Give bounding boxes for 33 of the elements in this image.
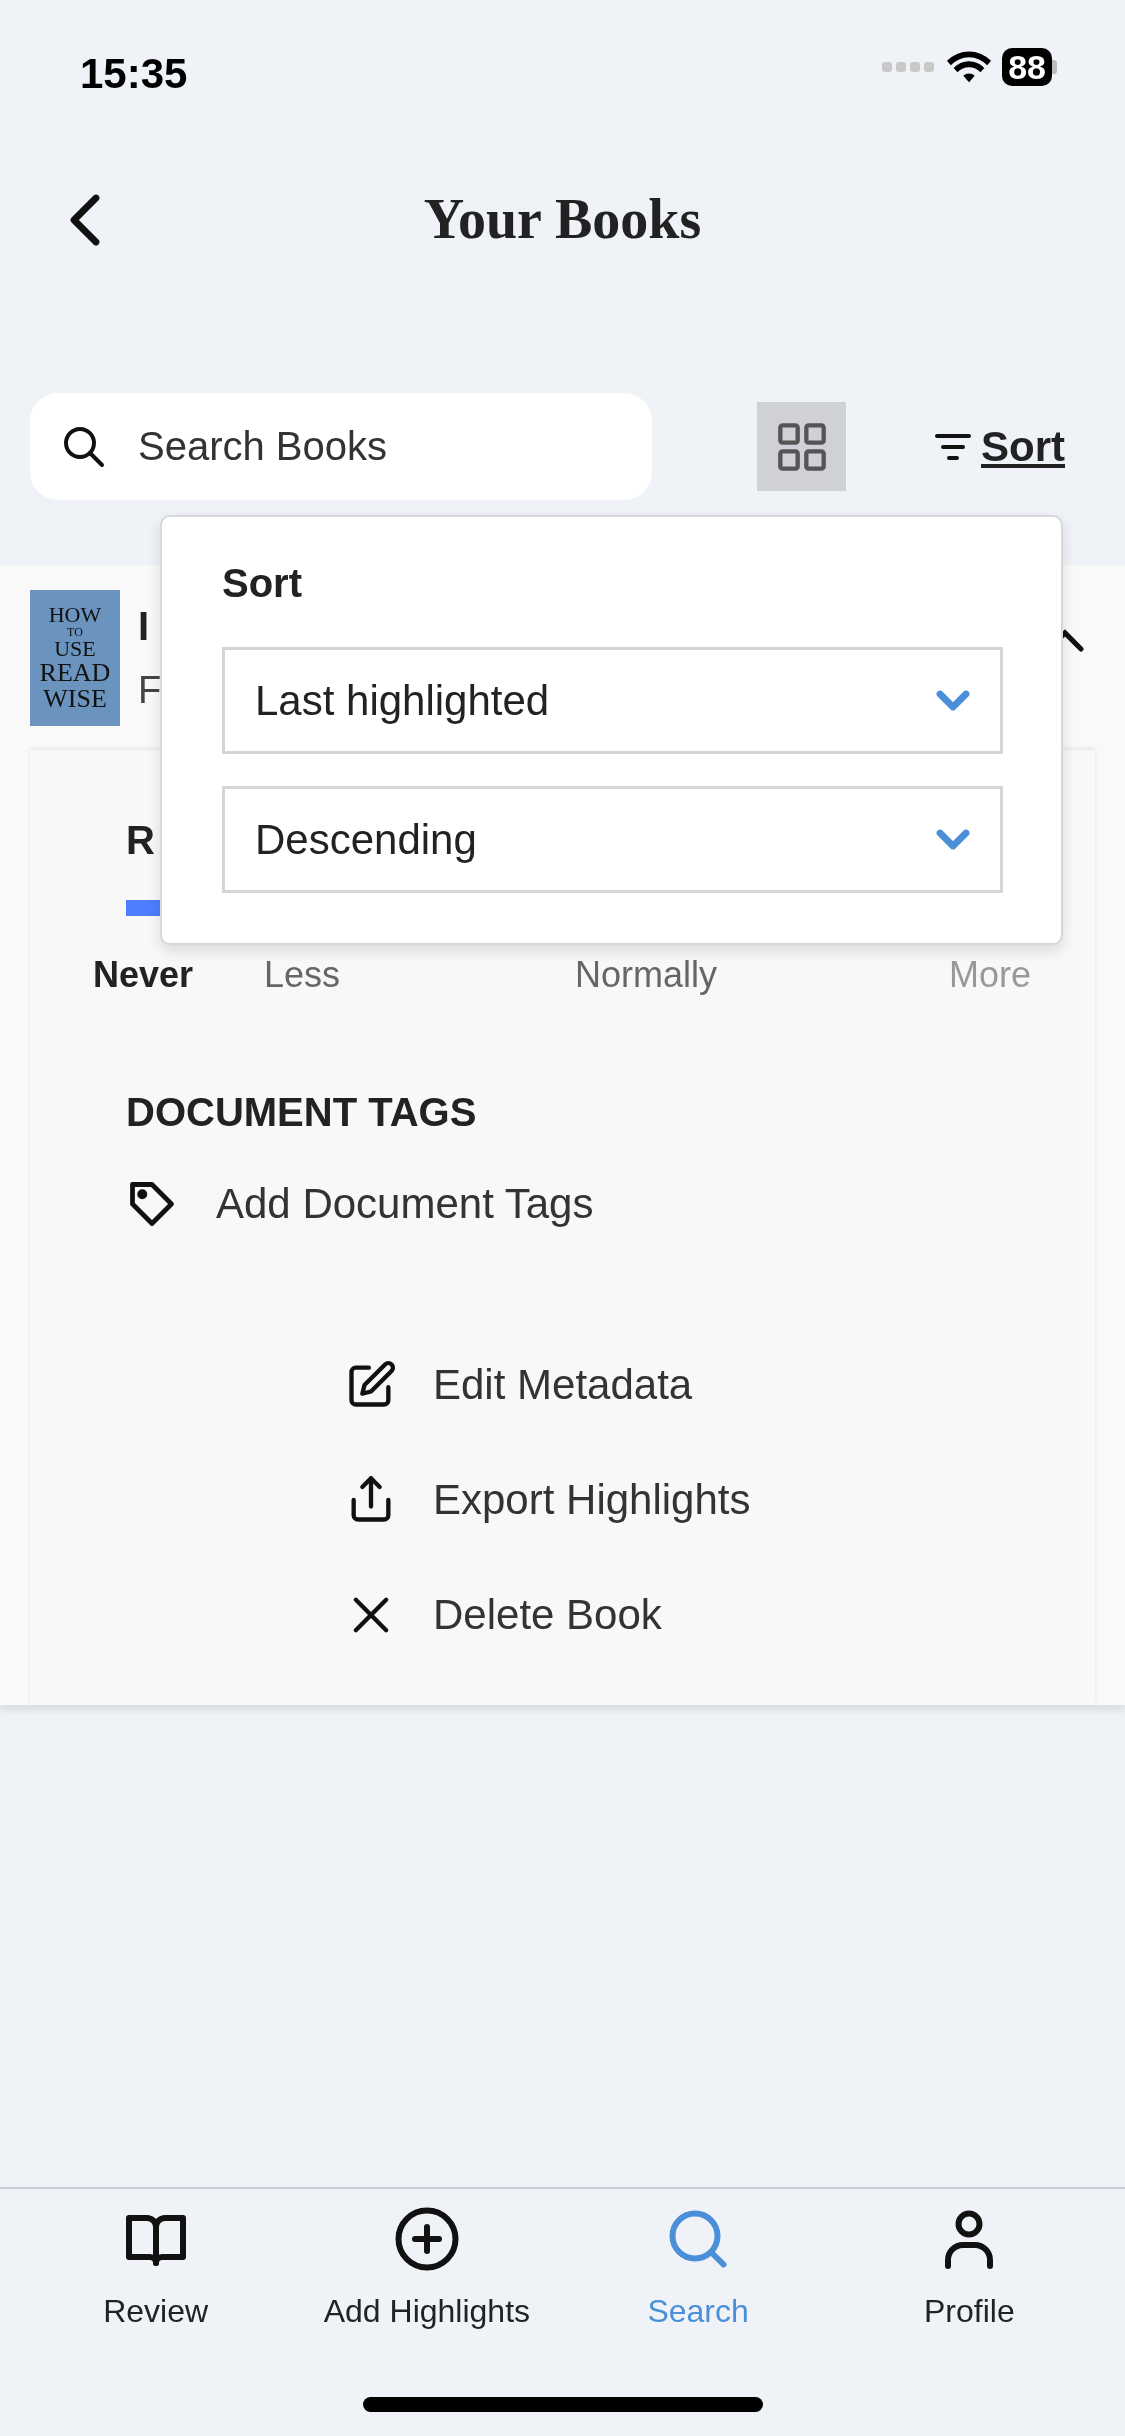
frequency-option[interactable]: Never: [93, 948, 264, 1002]
tab-bar-item[interactable]: Add Highlights: [311, 2203, 542, 2335]
tab-bar-item[interactable]: Profile: [854, 2203, 1085, 2335]
chevron-down-icon: [936, 689, 970, 712]
popup-title: Sort: [222, 560, 303, 607]
book-author: F: [138, 668, 162, 713]
cover-text: HOW: [48, 603, 102, 626]
cover-text: USE: [54, 637, 96, 660]
grid-view-button[interactable]: [757, 402, 846, 491]
chevron-down-icon: [936, 828, 970, 851]
cover-text: READ: [39, 659, 111, 686]
sort-button[interactable]: Sort: [935, 415, 1065, 478]
action-button[interactable]: Delete Book: [345, 1583, 662, 1646]
wifi-icon: [946, 49, 993, 85]
page-title: Your Books: [423, 186, 702, 252]
add-tags-button[interactable]: Add Document Tags: [126, 1172, 594, 1235]
action-button[interactable]: Edit Metadata: [345, 1353, 693, 1416]
section-heading: DOCUMENT TAGS: [126, 1090, 477, 1134]
search-field[interactable]: Search Books: [30, 393, 652, 500]
cover-text: WISE: [43, 685, 107, 712]
signal-icon: [882, 61, 937, 73]
frequency-option[interactable]: Less: [264, 948, 575, 1002]
status-time: 15:35: [80, 49, 188, 99]
book-title: I: [138, 603, 151, 650]
frequency-option[interactable]: Normally: [575, 948, 949, 1002]
sort-dropdown[interactable]: Descending: [222, 786, 1003, 893]
filter-icon: [935, 431, 971, 462]
action-button[interactable]: Export Highlights: [345, 1468, 751, 1531]
sort-dropdown[interactable]: Last highlighted: [222, 647, 1003, 754]
grid-icon: [775, 420, 828, 473]
section-heading: R: [126, 818, 155, 862]
cover-text: TO: [67, 625, 83, 638]
tab-bar-item[interactable]: Review: [40, 2203, 271, 2335]
